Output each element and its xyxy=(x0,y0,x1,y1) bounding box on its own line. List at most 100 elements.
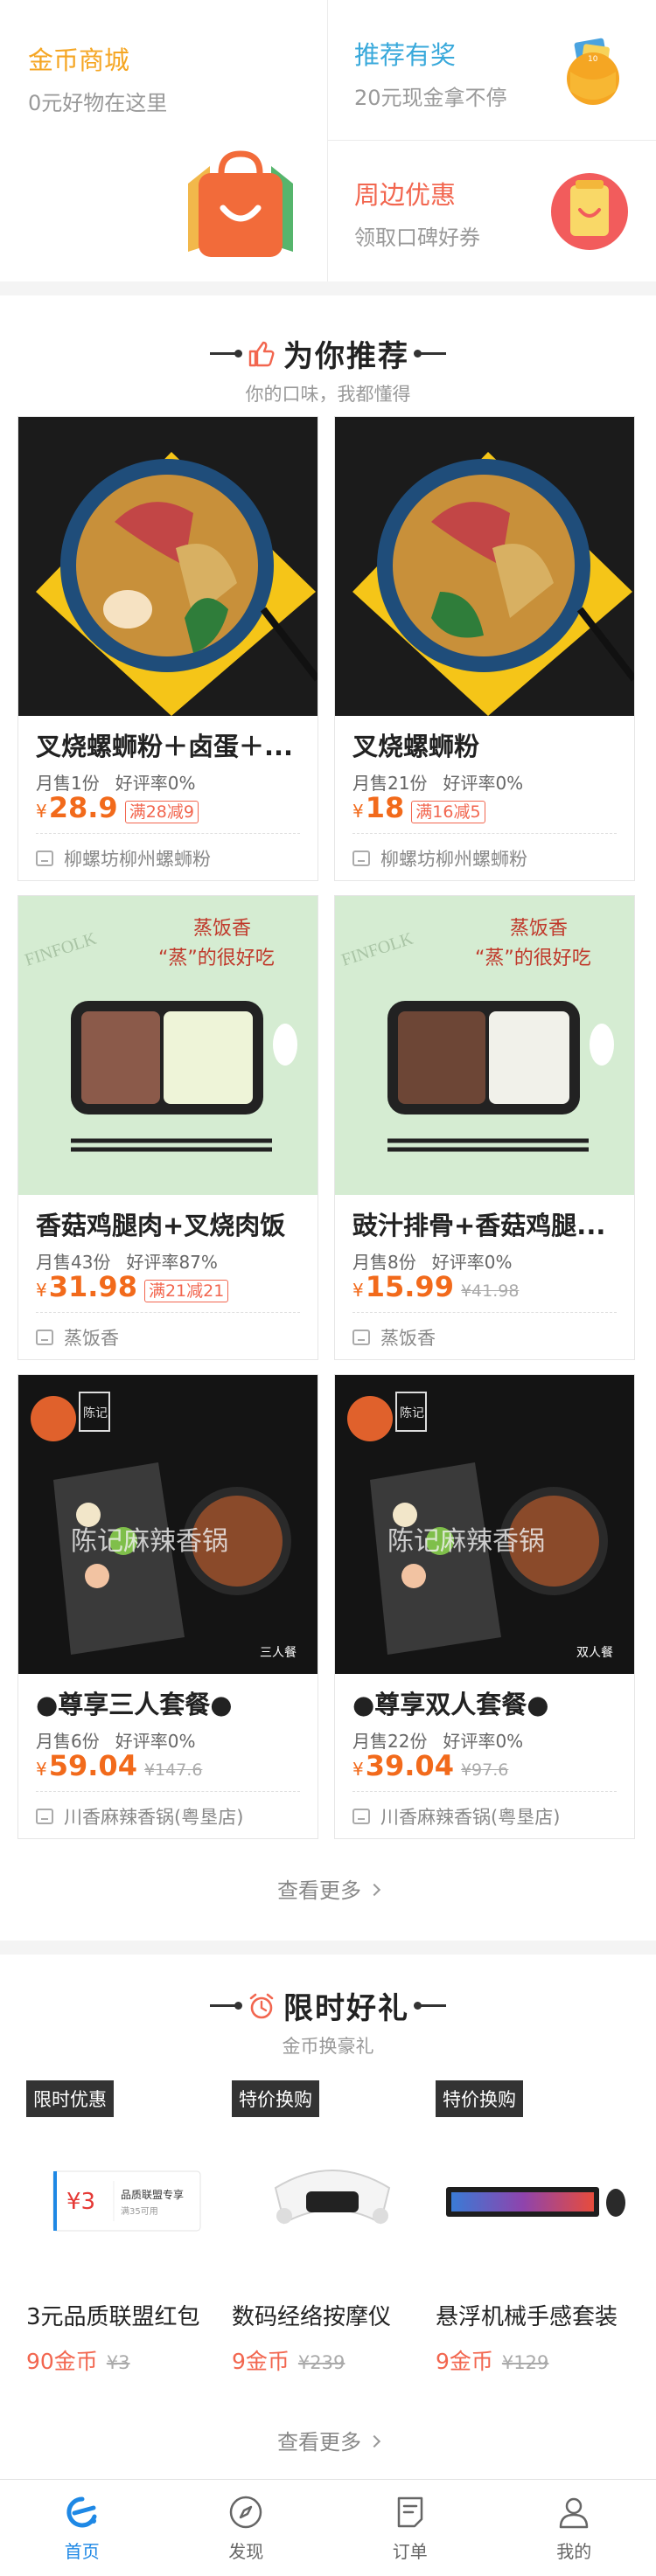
gift-name: 3元品质联盟红包 xyxy=(26,2304,200,2330)
gift-image xyxy=(436,2122,637,2280)
gift-image: ¥3 品质联盟专享 满35可用 xyxy=(26,2122,227,2280)
currency: ¥ xyxy=(36,1759,47,1780)
store-icon xyxy=(36,1809,53,1824)
bottom-tab-bar: 首页 发现 订单 我的 xyxy=(0,2479,656,2576)
set-label: 三人餐 xyxy=(260,1646,297,1660)
food-card[interactable]: FINFOLK 蒸饭香 “蒸”的很好吃 香菇鸡腿肉+叉烧肉饭 月售43份 好评率8… xyxy=(17,895,318,1360)
price-row: ¥ 15.99 ¥41.98 xyxy=(352,1270,519,1303)
view-more-label: 查看更多 xyxy=(277,2430,361,2454)
view-more-food-link[interactable]: 查看更多 xyxy=(0,1873,656,1904)
home-e-icon xyxy=(66,2496,97,2527)
discount-badge: 满16减5 xyxy=(411,801,485,823)
tab-orders[interactable]: 订单 xyxy=(328,2480,492,2576)
food-image: FINFOLK 蒸饭香 “蒸”的很好吃 xyxy=(335,896,634,1195)
alarm-clock-icon xyxy=(249,1993,274,2018)
recommend-subtitle: 20元现金拿不停 xyxy=(354,86,507,110)
food-image xyxy=(335,417,634,716)
food-card[interactable]: 叉烧螺蛳粉 月售21份 好评率0% ¥ 18 满16减5 柳螺坊柳州螺蛳粉 xyxy=(334,416,635,881)
shop-name: 柳螺坊柳州螺蛳粉 xyxy=(380,849,527,870)
food-image: FINFOLK 蒸饭香 “蒸”的很好吃 xyxy=(18,896,318,1195)
shop-name: 川香麻辣香锅(粤垦店) xyxy=(64,1807,244,1828)
nearby-deals-entry[interactable]: 周边优惠 领取口碑好券 xyxy=(354,175,480,251)
gift-price: 90金币 ¥3 xyxy=(26,2344,130,2376)
tab-label: 发现 xyxy=(228,2540,264,2562)
coin-price: 9金币 xyxy=(436,2349,493,2374)
currency: ¥ xyxy=(352,801,364,822)
shop-name: 柳螺坊柳州螺蛳粉 xyxy=(64,849,211,870)
cash-gift-icon: 10 xyxy=(567,38,619,105)
tab-home[interactable]: 首页 xyxy=(0,2480,164,2576)
page: 金币商城 0元好物在这里 推荐有奖 20元现金拿不停 10 周边优惠 领取口碑好… xyxy=(0,0,656,2576)
gift-tag: 特价换购 xyxy=(436,2080,523,2117)
shop-link[interactable]: 柳螺坊柳州螺蛳粉 xyxy=(352,845,527,871)
divider xyxy=(352,1791,617,1792)
gifts-header: 限时好礼 金币换豪礼 xyxy=(0,1984,656,2059)
food-name: 香菇鸡腿肉+叉烧肉饭 xyxy=(36,1211,286,1240)
food-name: ●尊享双人套餐● xyxy=(352,1690,549,1719)
brand-watermark: 陈记麻辣香锅 xyxy=(71,1527,228,1556)
gifts-subtitle: 金币换豪礼 xyxy=(282,2036,374,2057)
divider xyxy=(36,833,300,834)
gifts-title: 限时好礼 xyxy=(283,1991,409,2026)
shop-link[interactable]: 柳螺坊柳州螺蛳粉 xyxy=(36,845,211,871)
store-icon xyxy=(352,851,370,866)
nearby-subtitle: 领取口碑好券 xyxy=(354,226,480,250)
food-card[interactable]: FINFOLK 蒸饭香 “蒸”的很好吃 豉汁排骨+香菇鸡腿... 月售8份 好评率… xyxy=(334,895,635,1360)
recommend-reward-entry[interactable]: 推荐有奖 20元现金拿不停 xyxy=(354,35,507,111)
divider xyxy=(328,140,656,141)
divider xyxy=(352,1312,617,1313)
original-price: ¥147.6 xyxy=(143,1760,203,1780)
gift-tag: 特价换购 xyxy=(232,2080,319,2117)
original-price: ¥3 xyxy=(106,2352,130,2373)
shop-name: 蒸饭香 xyxy=(380,1328,436,1349)
gift-item[interactable]: 特价换购 数码经络按摩仪 9金币 ¥239 xyxy=(232,2080,433,2395)
currency: ¥ xyxy=(36,801,47,822)
set-label: 双人餐 xyxy=(576,1646,613,1660)
nearby-title: 周边优惠 xyxy=(354,180,457,210)
gold-mall-subtitle: 0元好物在这里 xyxy=(28,91,168,115)
original-price: ¥97.6 xyxy=(460,1760,509,1780)
brand-text: 蒸饭香 xyxy=(510,918,568,940)
shop-name: 蒸饭香 xyxy=(64,1328,119,1349)
gift-name: 悬浮机械手感套装 xyxy=(436,2304,618,2330)
gold-mall-entry[interactable]: 金币商城 0元好物在这里 xyxy=(28,40,167,116)
food-card[interactable]: 叉烧螺蛳粉＋卤蛋＋... 月售1份 好评率0% ¥ 28.9 满28减9 柳螺坊柳… xyxy=(17,416,318,881)
gift-image xyxy=(232,2122,433,2280)
original-price: ¥41.98 xyxy=(460,1281,520,1301)
svg-text:10: 10 xyxy=(588,55,598,64)
tab-discover[interactable]: 发现 xyxy=(164,2480,329,2576)
coupon-bag-icon xyxy=(551,173,628,250)
view-more-gifts-link[interactable]: 查看更多 xyxy=(0,2425,656,2455)
food-card[interactable]: 陈记 陈记麻辣香锅 三人餐 ●尊享三人套餐● 月售6份 好评率0% ¥ 59.04… xyxy=(17,1374,318,1839)
food-image: 陈记 陈记麻辣香锅 三人餐 xyxy=(18,1375,318,1674)
view-more-label: 查看更多 xyxy=(277,1878,361,1903)
tab-profile[interactable]: 我的 xyxy=(492,2480,656,2576)
gold-mall-title: 金币商城 xyxy=(28,45,130,75)
thumbs-up-icon xyxy=(248,341,275,366)
price: 28.9 xyxy=(48,791,118,824)
divider xyxy=(352,833,617,834)
gift-item[interactable]: 限时优惠 ¥3 品质联盟专享 满35可用 3元品质联盟红包 90金币 ¥3 xyxy=(26,2080,227,2395)
currency: ¥ xyxy=(36,1280,47,1301)
shop-link[interactable]: 蒸饭香 xyxy=(352,1324,436,1350)
shop-link[interactable]: 蒸饭香 xyxy=(36,1324,119,1350)
slogan-text: “蒸”的很好吃 xyxy=(475,948,591,969)
shop-link[interactable]: 川香麻辣香锅(粤垦店) xyxy=(36,1803,243,1830)
shop-name: 川香麻辣香锅(粤垦店) xyxy=(380,1807,561,1828)
coupon-amount: ¥3 xyxy=(66,2189,95,2215)
gift-price: 9金币 ¥129 xyxy=(436,2344,548,2376)
tab-label: 订单 xyxy=(392,2540,428,2562)
for-you-title: 为你推荐 xyxy=(283,339,409,374)
price: 39.04 xyxy=(365,1749,454,1782)
for-you-subtitle: 你的口味，我都懂得 xyxy=(245,384,411,405)
shop-link[interactable]: 川香麻辣香锅(粤垦店) xyxy=(352,1803,560,1830)
gift-item[interactable]: 特价换购 悬浮机械手感套装 9金币 ¥129 xyxy=(436,2080,637,2395)
food-card[interactable]: 陈记 陈记麻辣香锅 双人餐 ●尊享双人套餐● 月售22份 好评率0% ¥ 39.0… xyxy=(334,1374,635,1839)
gift-price: 9金币 ¥239 xyxy=(232,2344,345,2376)
discount-badge: 满21减21 xyxy=(143,1280,229,1302)
chevron-right-icon xyxy=(367,2434,381,2448)
brand-watermark: 陈记麻辣香锅 xyxy=(387,1527,545,1556)
divider xyxy=(36,1791,300,1792)
coupon-title: 品质联盟专享 xyxy=(121,2188,184,2201)
coin-price: 9金币 xyxy=(232,2349,290,2374)
